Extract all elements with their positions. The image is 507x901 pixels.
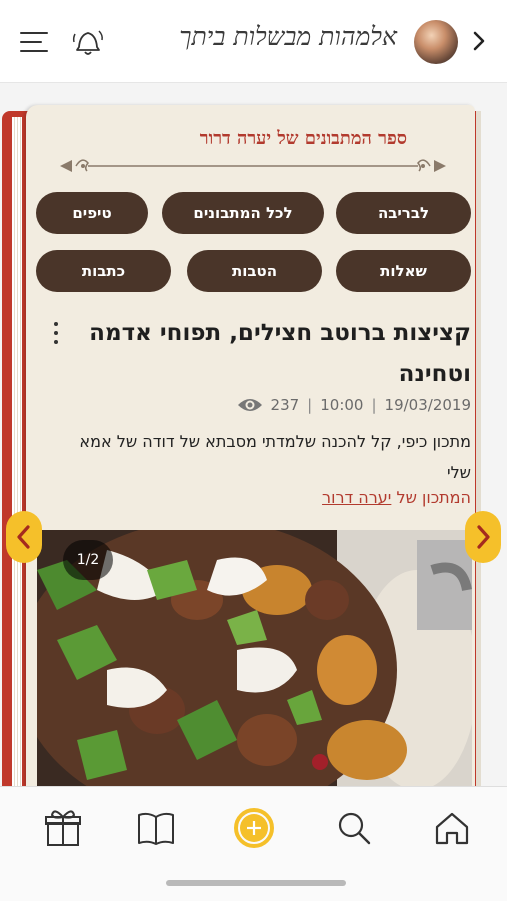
- recipe-meta: 19/03/2019 | 10:00 | 237: [237, 396, 471, 414]
- book-page-edges: [12, 117, 22, 786]
- next-recipe-arrow[interactable]: [465, 511, 501, 563]
- book-title: ספר המתבונים של יערה דרור: [199, 128, 407, 149]
- avatar[interactable]: [414, 20, 458, 64]
- nav-pill-questions[interactable]: שאלות: [336, 250, 471, 292]
- chevron-right-icon[interactable]: [466, 28, 492, 54]
- recipe-date: 19/03/2019: [384, 396, 471, 414]
- meta-separator: |: [307, 396, 313, 414]
- recipe-author[interactable]: המתכון של יערה דרור: [322, 488, 471, 507]
- nav-pill-articles[interactable]: כתבות: [36, 250, 171, 292]
- paper-edge: [476, 111, 481, 786]
- recipe-title: קציצות ברוטב חצילים, תפוחי אדמה וטחינה: [89, 320, 471, 387]
- search-icon[interactable]: [333, 807, 375, 849]
- nav-pill-all-recipes[interactable]: לכל המתבונים: [162, 192, 324, 234]
- ornament-divider: [60, 159, 446, 172]
- add-icon[interactable]: [233, 807, 275, 849]
- chevron-right-icon: [477, 525, 490, 549]
- nav-pill-benefits[interactable]: הטבות: [187, 250, 322, 292]
- author-name-link[interactable]: יערה דרור: [322, 488, 391, 507]
- view-count: 237: [270, 396, 300, 414]
- recipe-description: מתכון כיפי, קל להכנה שלמדתי מסבתא של דוד…: [79, 432, 471, 482]
- chevron-left-icon: [17, 525, 30, 549]
- previous-recipe-arrow[interactable]: [6, 511, 42, 563]
- hamburger-menu-icon[interactable]: [20, 30, 50, 54]
- bell-icon[interactable]: [70, 25, 106, 59]
- more-options-icon[interactable]: [49, 320, 63, 346]
- meta-separator: |: [371, 396, 377, 414]
- home-indicator[interactable]: [166, 880, 346, 886]
- book-icon[interactable]: [135, 807, 177, 849]
- gift-icon[interactable]: [42, 807, 84, 849]
- nav-pill-first[interactable]: לבריבה: [336, 192, 471, 234]
- image-counter: 1/2: [63, 540, 113, 580]
- recipe-time: 10:00: [320, 396, 364, 414]
- app-title: אלמהות מבשלות ביתך: [179, 22, 397, 51]
- nav-pill-tips[interactable]: טיפים: [36, 192, 148, 234]
- author-prefix: המתכון של: [396, 488, 471, 507]
- top-app-bar: אלמהות מבשלות ביתך: [0, 0, 507, 83]
- home-icon[interactable]: [431, 807, 473, 849]
- eye-icon: [237, 399, 262, 411]
